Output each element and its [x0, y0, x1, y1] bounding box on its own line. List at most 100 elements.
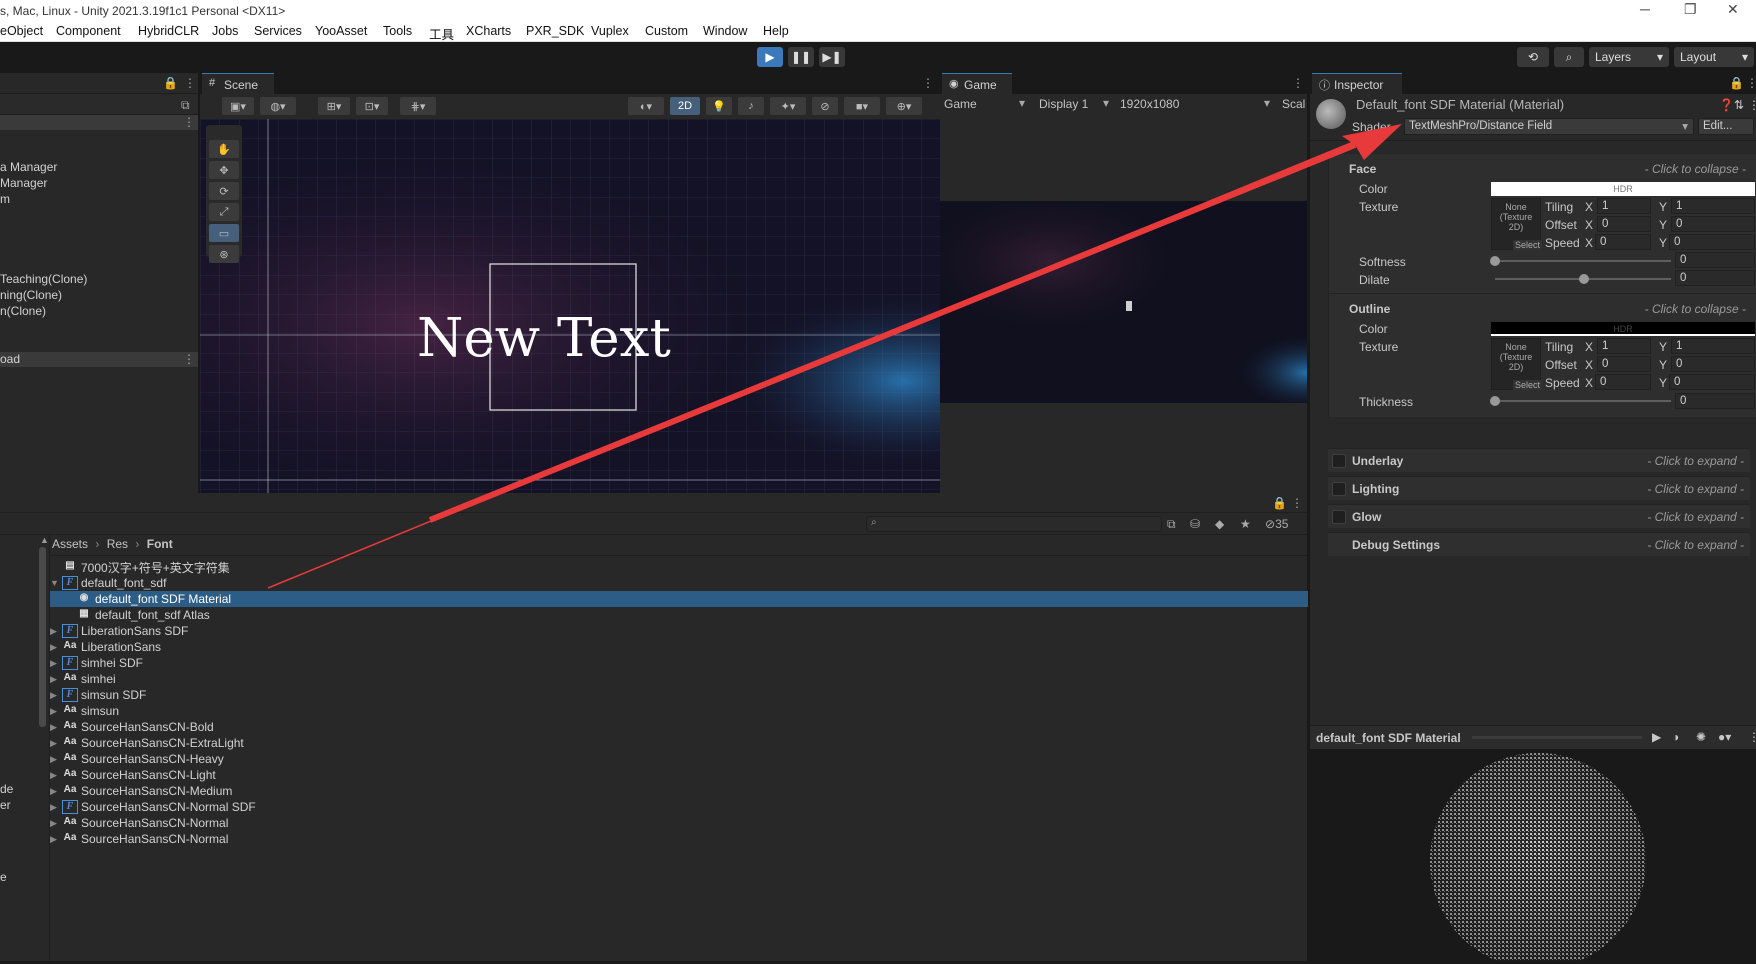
face-offset-y[interactable]: 0 [1671, 216, 1755, 232]
draw-mode-icon[interactable]: ▣▾ [222, 97, 254, 115]
transform-tool-icon[interactable]: ⊛ [209, 245, 239, 263]
2d-toggle-button[interactable]: 2D [670, 97, 700, 115]
snap-icon[interactable]: ⊞▾ [318, 97, 350, 115]
search-by-type-icon[interactable]: ⧉ [1167, 517, 1176, 532]
breadcrumb-res[interactable]: Res [107, 537, 128, 551]
folder-item[interactable]: de [0, 782, 13, 796]
dilate-slider-knob[interactable] [1579, 274, 1589, 284]
menu-pxr-sdk[interactable]: PXR_SDK [526, 24, 584, 38]
rotate-tool-icon[interactable]: ⟳ [209, 182, 239, 200]
list-item[interactable]: ▶ Aa LiberationSans [50, 639, 1308, 655]
breadcrumb-font[interactable]: Font [147, 537, 173, 551]
underlay-section[interactable]: Underlay - Click to expand - [1328, 448, 1750, 472]
kebab-menu-icon[interactable]: ⋮ [183, 352, 195, 366]
menu-window[interactable]: Window [703, 24, 747, 38]
light-icon[interactable]: ✺ [1696, 730, 1706, 744]
expand-right-icon[interactable]: ▶ [50, 738, 62, 749]
folder-tree-scrollbar[interactable] [39, 547, 46, 727]
rect-tool-icon[interactable]: ▭ [209, 224, 239, 242]
lock-icon[interactable]: 🔒 [163, 76, 178, 90]
search-icon[interactable]: ⌕ [1554, 47, 1584, 67]
resolution-dropdown[interactable]: 1920x1080 [1120, 97, 1179, 111]
expand-right-icon[interactable]: ▶ [50, 754, 62, 765]
list-item[interactable]: ▶ Fsimhei SDF [50, 655, 1308, 671]
kebab-menu-icon[interactable]: ⋮ [1748, 730, 1756, 744]
history-icon[interactable]: ⟲ [1517, 47, 1549, 67]
menu-gongju[interactable]: 工具 [429, 24, 454, 43]
debug-settings-section[interactable]: Debug Settings - Click to expand - [1328, 532, 1750, 556]
kebab-menu-icon[interactable]: ⋮ [1291, 496, 1303, 510]
outline-collapse-hint[interactable]: - Click to collapse - [1645, 302, 1746, 316]
list-item[interactable]: ▶ Aa SourceHanSansCN-ExtraLight [50, 735, 1308, 751]
softness-slider-knob[interactable] [1490, 256, 1500, 266]
hidden-count-icon[interactable]: ⊘35 [1265, 517, 1288, 531]
menu-services[interactable]: Services [254, 24, 302, 38]
star-icon[interactable]: ★ [1240, 517, 1251, 531]
folder-item[interactable]: e [0, 870, 7, 884]
menu-yooasset[interactable]: YooAsset [315, 24, 367, 38]
project-search-input[interactable]: ⌕ [866, 516, 1162, 532]
menu-xcharts[interactable]: XCharts [466, 24, 511, 38]
face-tiling-y[interactable]: 1 [1671, 198, 1755, 214]
list-item[interactable]: ▶ Aa simhei [50, 671, 1308, 687]
list-item[interactable]: ◉ default_font SDF Material [50, 591, 1308, 607]
underlay-checkbox[interactable] [1332, 454, 1346, 468]
move-tool-icon[interactable]: ✥ [209, 161, 239, 179]
expand-right-icon[interactable]: ▶ [50, 690, 62, 701]
hierarchy-search[interactable]: ⧉ [0, 95, 198, 115]
minimize-button[interactable]: ─ [1640, 1, 1650, 17]
tab-scene[interactable]: # Scene [202, 73, 274, 94]
scene-header[interactable]: ⋮ [0, 115, 198, 130]
expand-right-icon[interactable]: ▶ [50, 626, 62, 637]
outline-tiling-y[interactable]: 1 [1671, 338, 1755, 354]
kebab-menu-icon[interactable]: ⋮ [922, 76, 934, 90]
expand-right-icon[interactable]: ▶ [50, 722, 62, 733]
expand-right-icon[interactable]: ▶ [50, 658, 62, 669]
search-options-icon[interactable]: ⧉ [181, 98, 190, 113]
list-item[interactable]: ▶ Aa SourceHanSansCN-Bold [50, 719, 1308, 735]
softness-slider[interactable] [1495, 260, 1671, 262]
face-texture-select-button[interactable]: Select [1513, 240, 1543, 250]
face-tiling-x[interactable]: 1 [1597, 198, 1651, 214]
label-icon[interactable]: ◆ [1215, 517, 1224, 531]
list-item[interactable]: ▼ Fdefault_font_sdf [50, 575, 1308, 591]
list-item[interactable]: ▤ 7000汉字+符号+英文字符集 [50, 559, 1308, 575]
expand-right-icon[interactable]: ▶ [50, 802, 62, 813]
visibility-icon[interactable]: ⊘ [812, 97, 838, 115]
preview-resize-handle[interactable] [1472, 736, 1642, 739]
dontdestroyonload-header[interactable]: oad ⋮ [0, 352, 198, 367]
sphere-icon[interactable]: ●▾ [1718, 730, 1731, 744]
hierarchy-item[interactable]: ning(Clone) [0, 288, 62, 302]
grid-snap-icon[interactable]: ⊡▾ [356, 97, 388, 115]
kebab-menu-icon[interactable]: ⋮ [1748, 98, 1756, 112]
hand-tool-icon[interactable]: ✋ [209, 140, 239, 158]
list-item[interactable]: ▶ Aa SourceHanSansCN-Medium [50, 783, 1308, 799]
expand-right-icon[interactable]: ▶ [50, 674, 62, 685]
scale-tool-icon[interactable]: ⤢ [209, 203, 239, 221]
kebab-menu-icon[interactable]: ⋮ [184, 76, 196, 90]
face-collapse-hint[interactable]: - Click to collapse - [1645, 162, 1746, 176]
help-icon[interactable]: ❓ [1719, 98, 1734, 112]
lighting-section[interactable]: Lighting - Click to expand - [1328, 476, 1750, 500]
menu-vuplex[interactable]: Vuplex [591, 24, 629, 38]
outline-offset-y[interactable]: 0 [1671, 356, 1755, 372]
lock-icon[interactable]: 🔒 [1729, 76, 1744, 90]
tab-inspector[interactable]: ⓘ Inspector [1312, 73, 1402, 94]
scroll-up-icon[interactable]: ▲ [40, 535, 49, 545]
hierarchy-item[interactable]: Manager [0, 176, 47, 190]
list-item[interactable]: ▦ default_font_sdf Atlas [50, 607, 1308, 623]
lighting-checkbox[interactable] [1332, 482, 1346, 496]
outline-header[interactable]: Outline [1349, 302, 1390, 316]
menu-help[interactable]: Help [763, 24, 789, 38]
thickness-field[interactable]: 0 [1675, 393, 1755, 409]
increment-snap-icon[interactable]: ⋕▾ [400, 97, 436, 115]
menu-tools[interactable]: Tools [383, 24, 412, 38]
outline-tiling-x[interactable]: 1 [1597, 338, 1651, 354]
shading-icon[interactable]: ◐▾ [628, 97, 664, 115]
glow-checkbox[interactable] [1332, 510, 1346, 524]
lighting-icon[interactable]: 💡 [706, 97, 732, 115]
list-item[interactable]: ▶ Aa SourceHanSansCN-Normal [50, 831, 1308, 847]
menu-custom[interactable]: Custom [645, 24, 688, 38]
face-offset-x[interactable]: 0 [1597, 216, 1651, 232]
softness-field[interactable]: 0 [1675, 252, 1755, 268]
